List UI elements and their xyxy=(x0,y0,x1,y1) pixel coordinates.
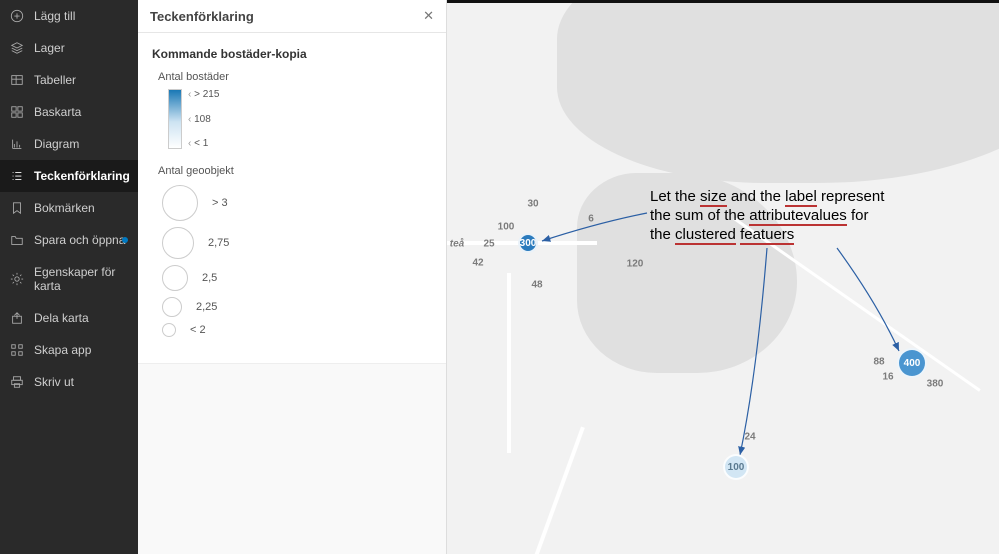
sidebar-item-basemap[interactable]: Baskarta xyxy=(0,96,138,128)
legend-size-circle xyxy=(162,323,176,337)
legend-size-row: > 3 xyxy=(162,185,432,221)
sidebar: Lägg till Lager Tabeller Baskarta Diagra… xyxy=(0,0,138,554)
list-icon xyxy=(10,169,24,183)
sidebar-item-chart[interactable]: Diagram xyxy=(0,128,138,160)
sidebar-item-print[interactable]: Skriv ut xyxy=(0,366,138,398)
legend-size-label: 2,5 xyxy=(202,272,217,284)
sidebar-item-label: Lägg till xyxy=(34,9,75,23)
plus-icon xyxy=(10,9,24,23)
sidebar-item-legend[interactable]: Teckenförklaring xyxy=(0,160,138,192)
sidebar-item-label: Diagram xyxy=(34,137,79,151)
ramp-low: < 1 xyxy=(188,138,219,149)
grid-icon xyxy=(10,105,24,119)
ramp-high: > 215 xyxy=(188,89,219,100)
sidebar-item-mapprops[interactable]: Egenskaper för karta xyxy=(0,256,138,302)
map-point-label: 88 xyxy=(873,357,884,368)
map-point-label: 380 xyxy=(927,379,944,390)
map-point-label: 16 xyxy=(882,372,893,383)
layers-icon xyxy=(10,41,24,55)
sidebar-item-createapp[interactable]: Skapa app xyxy=(0,334,138,366)
map-cluster[interactable]: 300 xyxy=(518,233,538,253)
legend-panel: Teckenförklaring ✕ Kommande bostäder-kop… xyxy=(138,0,447,554)
legend-size-label: 2,75 xyxy=(208,237,229,249)
legend-size-label: 2,25 xyxy=(196,301,217,313)
legend-size-label: < 2 xyxy=(190,324,206,336)
close-icon[interactable]: ✕ xyxy=(423,8,434,24)
legend-header: Teckenförklaring ✕ xyxy=(138,0,446,33)
map-place-label: teå xyxy=(450,239,464,250)
table-icon xyxy=(10,73,24,87)
sidebar-item-label: Dela karta xyxy=(34,311,89,325)
legend-title: Teckenförklaring xyxy=(150,9,254,24)
map-cluster[interactable]: 100 xyxy=(723,454,749,480)
map-point-label: 25 xyxy=(483,239,494,250)
sidebar-item-label: Bokmärken xyxy=(34,201,95,215)
sidebar-item-bookmarks[interactable]: Bokmärken xyxy=(0,192,138,224)
ramp-mid: 108 xyxy=(188,114,219,125)
sidebar-item-label: Egenskaper för karta xyxy=(34,265,128,293)
color-ramp-swatch xyxy=(168,89,182,149)
legend-size-row: 2,75 xyxy=(162,227,432,259)
sidebar-item-label: Lager xyxy=(34,41,65,55)
legend-layer-name: Kommande bostäder-kopia xyxy=(152,47,432,61)
print-icon xyxy=(10,375,24,389)
annotation-text: Let the size and the label represent the… xyxy=(650,188,930,244)
sidebar-item-share[interactable]: Dela karta xyxy=(0,302,138,334)
legend-size-row: 2,5 xyxy=(162,265,432,291)
map-point-label: 6 xyxy=(588,214,594,225)
legend-size-row: 2,25 xyxy=(162,297,432,317)
color-ramp-labels: > 215 108 < 1 xyxy=(188,89,219,149)
sidebar-item-label: Tabeller xyxy=(34,73,76,87)
sidebar-item-layers[interactable]: Lager xyxy=(0,32,138,64)
map-point-label: 30 xyxy=(527,199,538,210)
share-icon xyxy=(10,311,24,325)
legend-size-list: > 3 2,75 2,5 2,25 < 2 xyxy=(162,185,432,337)
sidebar-item-label: Teckenförklaring xyxy=(34,169,130,183)
sidebar-item-label: Skapa app xyxy=(34,343,91,357)
gear-icon xyxy=(10,272,24,286)
legend-size-circle xyxy=(162,185,198,221)
sidebar-item-saveopen[interactable]: Spara och öppna xyxy=(0,224,138,256)
legend-size-label: > 3 xyxy=(212,197,228,209)
sidebar-item-label: Skriv ut xyxy=(34,375,74,389)
map-point-label: 120 xyxy=(627,259,644,270)
map-point-label: 48 xyxy=(531,280,542,291)
unsaved-dot-icon xyxy=(122,237,128,243)
app-icon xyxy=(10,343,24,357)
legend-color-title: Antal bostäder xyxy=(158,71,432,83)
folder-icon xyxy=(10,233,24,247)
legend-size-circle xyxy=(162,265,188,291)
legend-size-circle xyxy=(162,227,194,259)
map-point-label: 24 xyxy=(744,432,755,443)
map-point-label: 42 xyxy=(472,258,483,269)
map-cluster[interactable]: 400 xyxy=(897,348,927,378)
legend-size-title: Antal geoobjekt xyxy=(158,165,432,177)
sidebar-item-tables[interactable]: Tabeller xyxy=(0,64,138,96)
map-point-label: 100 xyxy=(498,222,515,233)
legend-color-ramp: > 215 108 < 1 xyxy=(168,89,432,149)
legend-size-row: < 2 xyxy=(162,323,432,337)
bookmark-icon xyxy=(10,201,24,215)
map-view[interactable]: teå Let the size and the label represent… xyxy=(447,0,999,554)
sidebar-item-label: Spara och öppna xyxy=(34,233,125,247)
legend-size-circle xyxy=(162,297,182,317)
sidebar-item-label: Baskarta xyxy=(34,105,81,119)
chart-icon xyxy=(10,137,24,151)
sidebar-item-add[interactable]: Lägg till xyxy=(0,0,138,32)
